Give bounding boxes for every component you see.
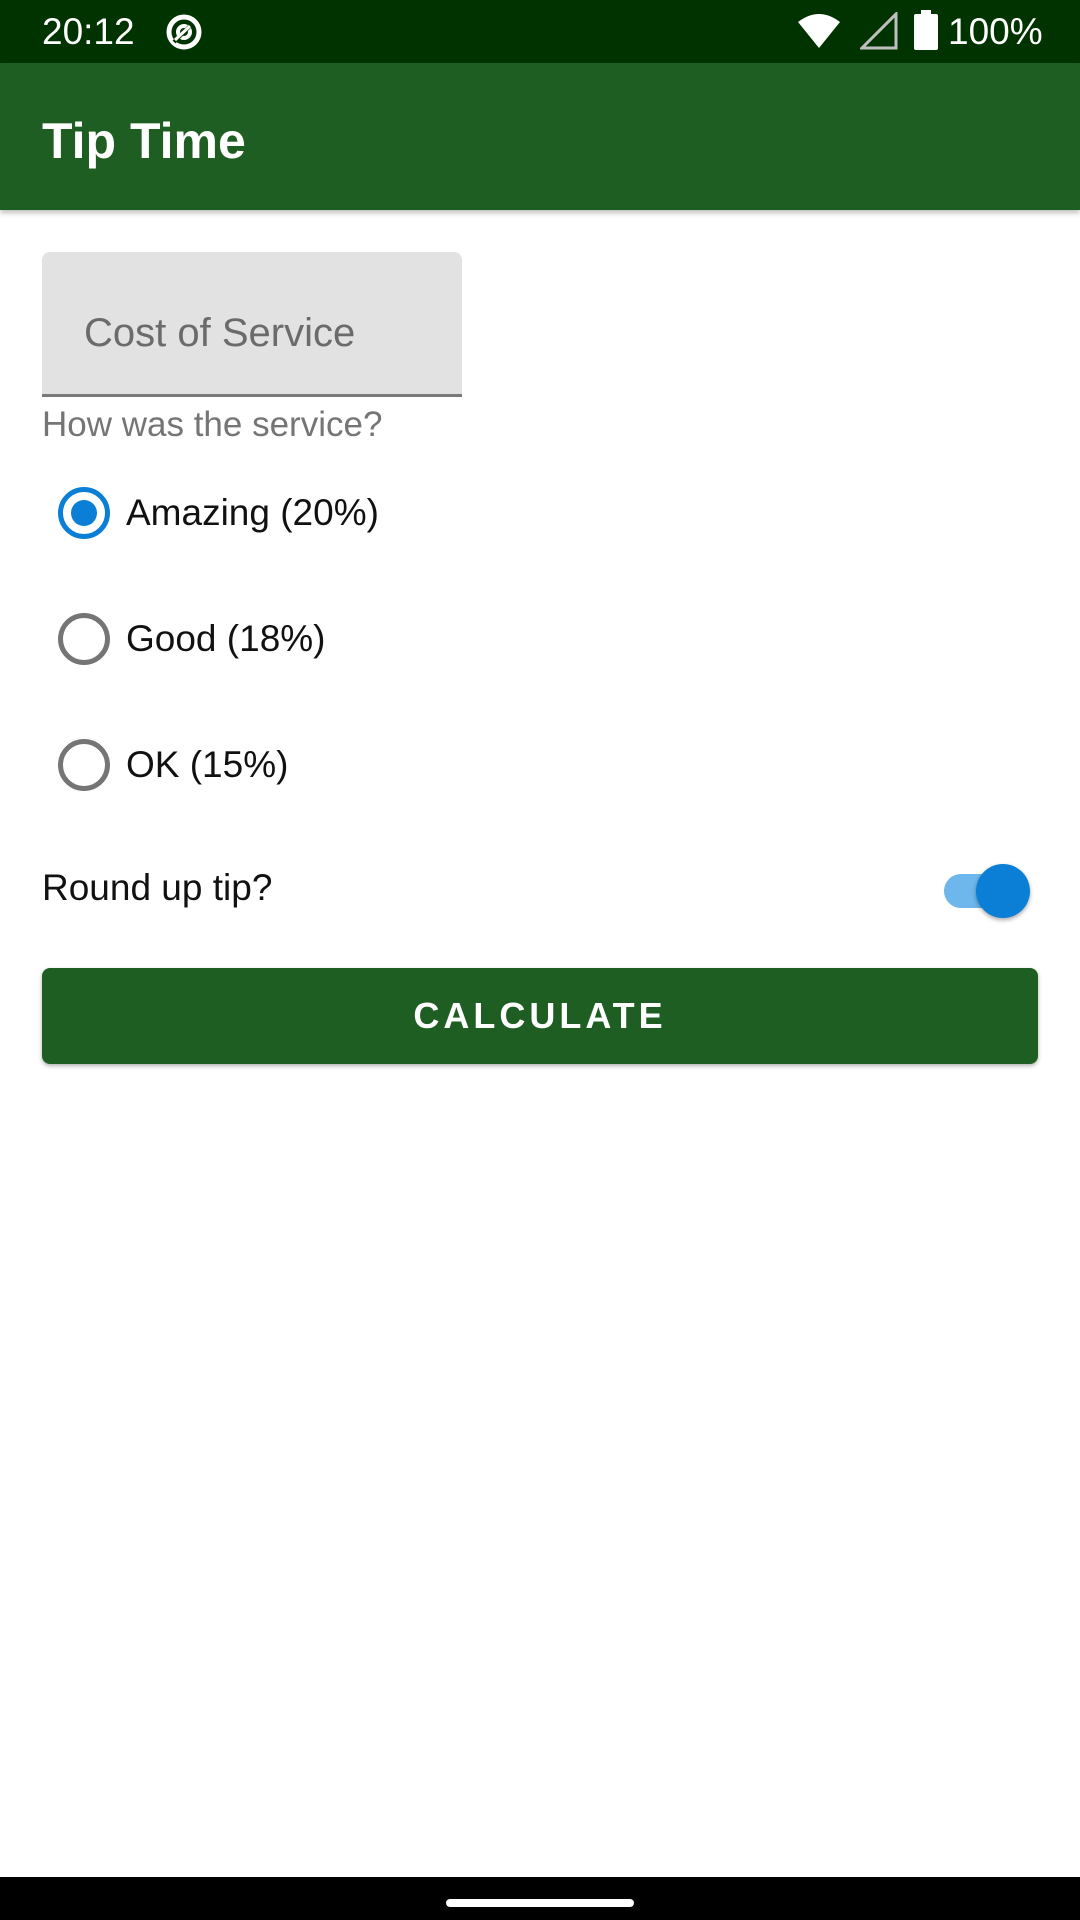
radio-label: OK (15%)	[126, 744, 289, 785]
radio-label: Good (18%)	[126, 618, 326, 659]
calculate-button[interactable]: CALCULATE	[42, 968, 1038, 1064]
radio-button[interactable]	[58, 613, 110, 665]
radio-option-ok[interactable]: OK (15%)	[42, 710, 642, 820]
battery-percent: 100%	[948, 11, 1043, 52]
switch-thumb[interactable]	[976, 864, 1030, 918]
cell-signal-icon	[860, 12, 898, 50]
round-up-switch[interactable]	[944, 862, 1030, 918]
status-bar: 20:12 100%	[0, 0, 1080, 63]
wifi-icon	[798, 14, 840, 48]
radio-button-checked[interactable]	[58, 487, 110, 539]
navigation-bar	[0, 1877, 1080, 1920]
app-title: Tip Time	[42, 113, 246, 169]
app-bar: Tip Time	[0, 63, 1080, 210]
cost-of-service-field[interactable]	[42, 252, 462, 397]
at-sign-icon	[166, 14, 202, 50]
radio-option-good[interactable]: Good (18%)	[42, 584, 642, 694]
round-up-label: Round up tip?	[42, 867, 273, 908]
service-question-label: How was the service?	[42, 405, 383, 444]
cost-of-service-input[interactable]	[42, 252, 462, 394]
battery-icon	[914, 10, 938, 50]
radio-label: Amazing (20%)	[126, 492, 379, 533]
radio-button[interactable]	[58, 739, 110, 791]
radio-option-amazing[interactable]: Amazing (20%)	[42, 458, 642, 568]
status-time: 20:12	[42, 11, 135, 52]
home-handle[interactable]	[446, 1899, 634, 1907]
